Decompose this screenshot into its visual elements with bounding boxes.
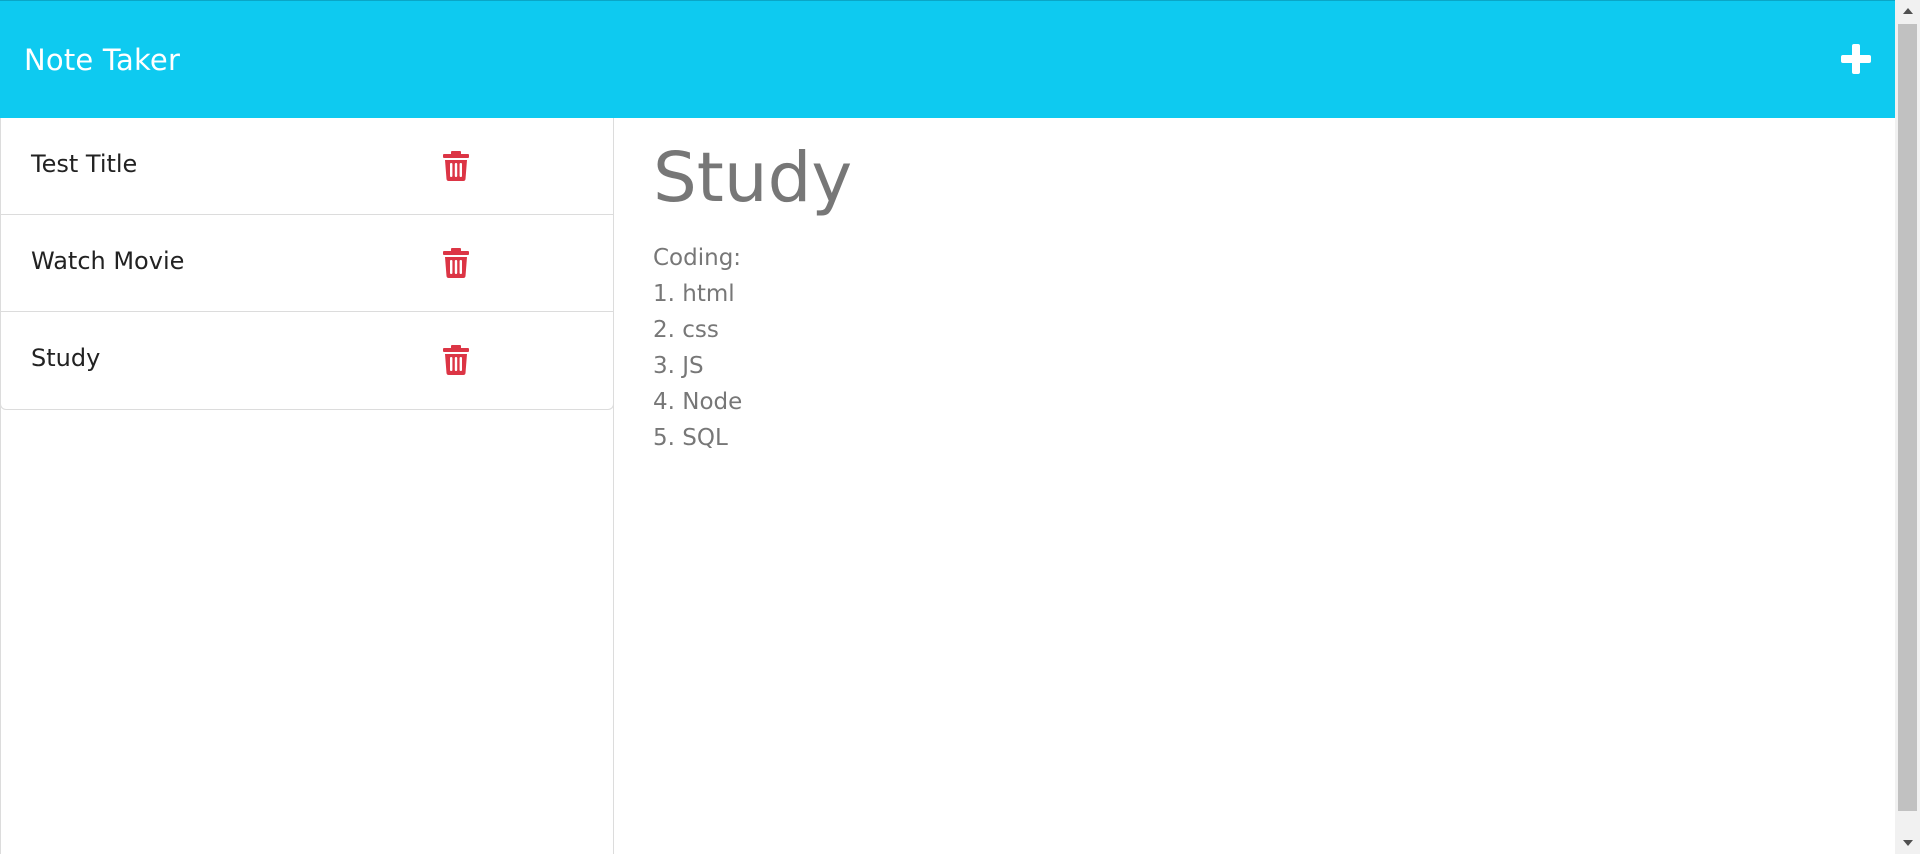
navbar: Note Taker [0,0,1895,118]
arrow-up-icon [1902,8,1913,14]
note-list-item-title[interactable]: Watch Movie [31,247,184,275]
note-list: Test Title Watch Movie Study [0,118,614,410]
scroll-up-button[interactable] [1895,0,1920,22]
note-editor: Study Coding: 1. html 2. css 3. JS 4. No… [614,118,1895,854]
note-list-item[interactable]: Test Title [1,118,613,215]
note-text-line: 3. JS [653,353,704,379]
note-sidebar: Test Title Watch Movie Study [0,118,614,854]
note-list-item-title[interactable]: Test Title [31,150,137,178]
note-text-area[interactable]: Coding: 1. html 2. css 3. JS 4. Node 5. … [653,240,742,456]
app-title[interactable]: Note Taker [24,43,180,77]
vertical-scrollbar[interactable] [1895,0,1920,854]
scroll-down-button[interactable] [1895,832,1920,854]
note-list-item[interactable]: Watch Movie [1,215,613,312]
note-text-line: Coding: [653,245,742,271]
note-text-line: 5. SQL [653,425,728,451]
note-text-line: 2. css [653,317,719,343]
delete-note-button[interactable] [443,248,471,278]
note-list-item[interactable]: Study [1,312,613,409]
new-note-button[interactable] [1840,43,1872,75]
scrollbar-thumb[interactable] [1898,24,1917,811]
note-list-item-title[interactable]: Study [31,344,100,372]
plus-icon [1841,44,1871,74]
app-window: Note Taker Test Title Watch Movie Study … [0,0,1920,854]
note-text-line: 4. Node [653,389,743,415]
trash-icon [443,345,469,375]
arrow-down-icon [1902,840,1913,846]
note-title-field[interactable]: Study [653,138,852,218]
delete-note-button[interactable] [443,345,471,375]
delete-note-button[interactable] [443,151,471,181]
trash-icon [443,151,469,181]
note-text-line: 1. html [653,281,735,307]
trash-icon [443,248,469,278]
